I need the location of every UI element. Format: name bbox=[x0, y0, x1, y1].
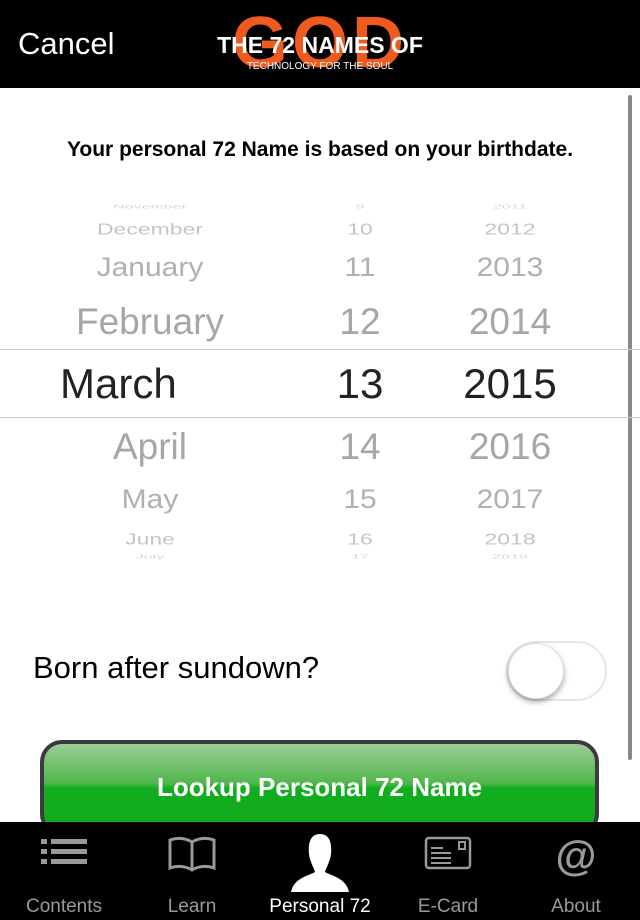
picker-day[interactable]: 12 bbox=[310, 292, 410, 352]
app-logo: GOD THE 72 NAMES OF TECHNOLOGY FOR THE S… bbox=[200, 3, 440, 83]
logo-title: THE 72 NAMES OF bbox=[217, 32, 423, 58]
logo-tagline: TECHNOLOGY FOR THE SOUL bbox=[246, 61, 394, 72]
tab-personal-72[interactable]: Personal 72 bbox=[256, 822, 384, 920]
picker-month[interactable]: April bbox=[50, 417, 250, 477]
picker-month[interactable]: July bbox=[50, 547, 250, 568]
picker-year[interactable]: 2016 bbox=[440, 417, 580, 477]
at-icon: @ bbox=[556, 834, 597, 878]
tab-e-card[interactable]: E-Card bbox=[384, 822, 512, 920]
tab-label: Contents bbox=[25, 896, 103, 917]
tab-bar: Contents Learn Personal 72 E-Card @ Abou… bbox=[0, 822, 640, 920]
nav-bar: Cancel GOD THE 72 NAMES OF TECHNOLOGY FO… bbox=[0, 0, 640, 88]
tab-label: E-Card bbox=[417, 896, 479, 917]
picker-day[interactable]: 11 bbox=[310, 242, 410, 295]
svg-text:@: @ bbox=[556, 834, 597, 878]
picker-row[interactable]: April 14 2016 bbox=[0, 417, 620, 477]
person-icon bbox=[291, 834, 349, 892]
picker-day[interactable]: 13 bbox=[310, 354, 410, 414]
picker-row[interactable]: July 17 2019 bbox=[0, 547, 620, 568]
book-icon bbox=[168, 836, 216, 872]
picker-month[interactable]: January bbox=[50, 242, 250, 295]
cancel-button[interactable]: Cancel bbox=[18, 26, 115, 62]
tab-label: Personal 72 bbox=[269, 896, 371, 917]
picker-day[interactable]: 14 bbox=[310, 417, 410, 477]
picker-row[interactable]: February 12 2014 bbox=[0, 292, 620, 352]
tab-contents[interactable]: Contents bbox=[0, 822, 128, 920]
card-icon bbox=[424, 836, 472, 870]
toggle-knob bbox=[508, 643, 564, 699]
picker-day[interactable]: 17 bbox=[310, 547, 410, 568]
picker-year[interactable]: 2015 bbox=[440, 354, 580, 414]
picker-selected-row[interactable]: March 13 2015 bbox=[0, 354, 620, 414]
date-picker[interactable]: November 9 2011 December 10 2012 January 11 2013… bbox=[0, 195, 640, 565]
picker-row[interactable]: January 11 2013 bbox=[0, 242, 620, 295]
sundown-toggle[interactable] bbox=[506, 641, 607, 701]
tab-label: Learn bbox=[167, 896, 217, 917]
tab-label: About bbox=[551, 896, 601, 917]
picker-year[interactable]: 2019 bbox=[440, 547, 580, 568]
list-icon bbox=[41, 839, 87, 864]
tab-learn[interactable]: Learn bbox=[128, 822, 256, 920]
picker-month[interactable]: February bbox=[50, 292, 250, 352]
picker-year[interactable]: 2013 bbox=[440, 242, 580, 295]
intro-text: Your personal 72 Name is based on your b… bbox=[66, 138, 574, 161]
picker-month[interactable]: March bbox=[60, 354, 260, 414]
tab-about[interactable]: @ About bbox=[512, 822, 640, 920]
sundown-label: Born after sundown? bbox=[33, 650, 320, 685]
picker-year[interactable]: 2014 bbox=[440, 292, 580, 352]
